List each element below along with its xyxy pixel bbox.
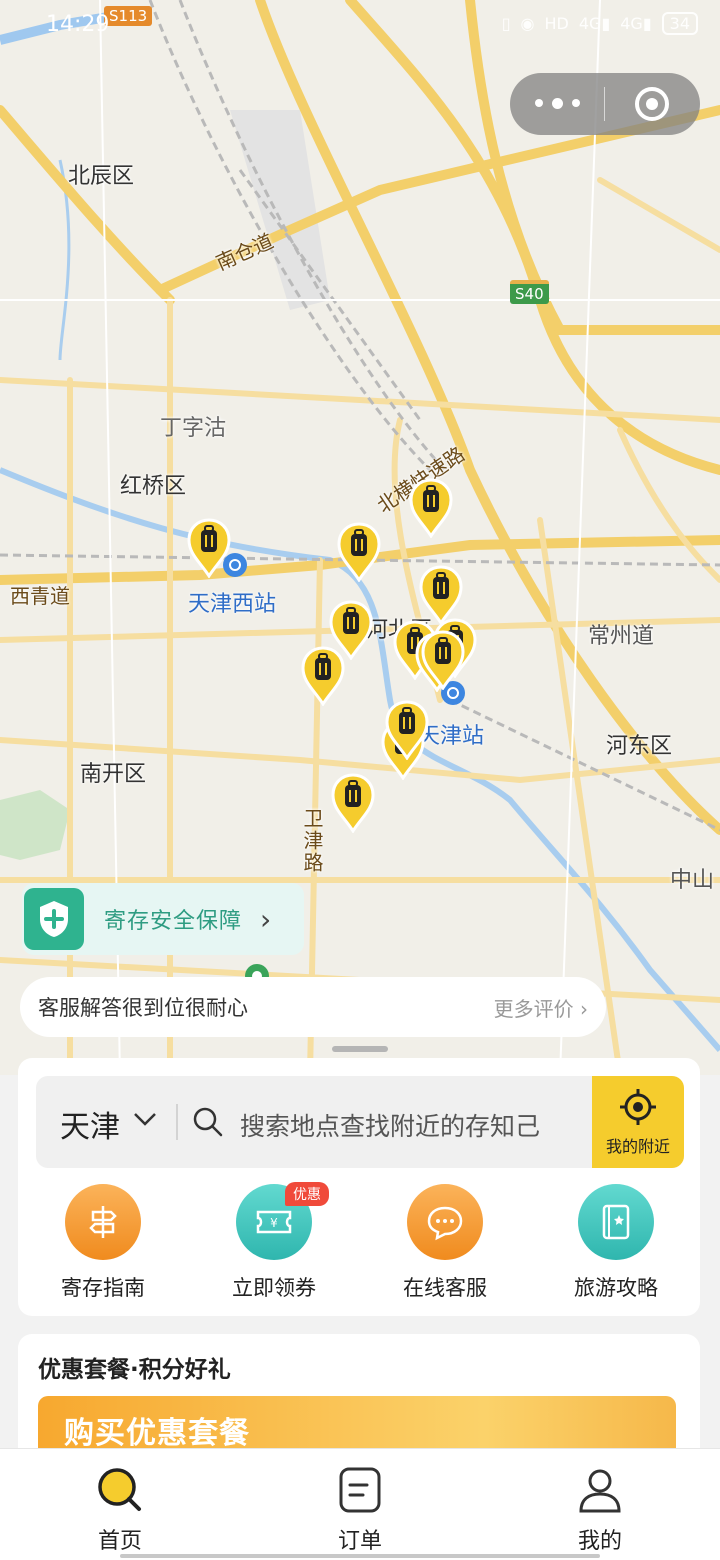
promo-banner-text: 购买优惠套餐: [64, 1416, 250, 1451]
vibrate-icon: ▯: [501, 14, 511, 33]
search-icon: [193, 1107, 223, 1137]
close-miniapp-button[interactable]: [605, 87, 699, 121]
tab-label: 订单: [337, 1529, 382, 1554]
luggage-pin-icon[interactable]: [408, 478, 454, 539]
nearby-label: 我的附近: [605, 1137, 670, 1156]
signpost-icon: [65, 1184, 141, 1260]
status-time: 14:29: [46, 12, 110, 37]
search-icon: [98, 1468, 141, 1511]
my-nearby-button[interactable]: 我的附近: [592, 1076, 684, 1168]
quick-action-label: 在线客服: [403, 1276, 487, 1300]
search-box: 天津 搜索地点查找附近的存知己 我的附近: [36, 1076, 684, 1168]
chevron-right-icon: ›: [260, 902, 272, 936]
more-reviews-link[interactable]: 更多评价 ›: [494, 993, 588, 1022]
promo-title: 优惠套餐·积分好礼: [38, 1357, 231, 1383]
svg-text:¥: ¥: [270, 1216, 278, 1230]
status-bar: 14:29 ▯ ◉ HD 4G▮ 4G▮ 34: [0, 0, 720, 50]
station-label: 天津西站: [188, 592, 277, 617]
chevron-down-icon[interactable]: [132, 1106, 158, 1132]
tab-label: 首页: [97, 1529, 142, 1554]
review-text: 客服解答很到位很耐心: [38, 996, 248, 1020]
tab-orders[interactable]: 订单: [300, 1465, 420, 1555]
status-icons: ▯ ◉ HD 4G▮ 4G▮ 34: [502, 12, 698, 35]
quick-action-travel[interactable]: 旅游攻略: [541, 1184, 691, 1302]
luggage-pin-icon[interactable]: [336, 522, 382, 583]
discount-badge: 优惠: [285, 1182, 329, 1206]
order-icon: [339, 1467, 381, 1513]
place-label: 常州道: [588, 624, 655, 649]
tab-mine[interactable]: 我的: [540, 1465, 660, 1555]
battery-icon: 34: [661, 12, 698, 35]
quick-action-label: 寄存指南: [61, 1276, 145, 1300]
luggage-pin-icon[interactable]: [384, 700, 430, 761]
more-menu-button[interactable]: [510, 98, 604, 109]
tab-label: 我的: [577, 1529, 622, 1554]
quick-action-label: 旅游攻略: [574, 1276, 658, 1300]
location-icon: ◉: [520, 14, 535, 33]
signal-4g-icon: 4G▮: [620, 14, 652, 33]
shield-plus-icon: [24, 888, 84, 950]
chat-icon: [407, 1184, 483, 1260]
target-icon: [635, 87, 669, 121]
locate-icon: [620, 1089, 656, 1125]
home-indicator: [120, 1554, 600, 1558]
guarantee-label: 寄存安全保障: [104, 909, 243, 934]
luggage-pin-icon[interactable]: [186, 518, 232, 579]
promo-section: 优惠套餐·积分好礼 购买优惠套餐: [18, 1334, 700, 1464]
luggage-pin-icon[interactable]: [420, 630, 466, 691]
district-label: 北辰区: [68, 164, 135, 189]
district-label: 南开区: [80, 762, 147, 787]
quick-action-service[interactable]: 在线客服: [370, 1184, 520, 1302]
search-input[interactable]: 搜索地点查找附近的存知己: [240, 1107, 570, 1143]
quick-action-guide[interactable]: 寄存指南: [28, 1184, 178, 1302]
district-label: 红桥区: [120, 474, 187, 499]
more-reviews-label: 更多评价: [493, 996, 574, 1021]
user-icon: [579, 1469, 621, 1513]
luggage-pin-icon[interactable]: [418, 565, 464, 626]
place-label: 中山: [670, 868, 715, 893]
signal-4g-icon: 4G▮: [578, 14, 611, 33]
city-selector[interactable]: 天津: [60, 1102, 120, 1146]
place-label: 丁字沽: [160, 416, 227, 441]
hd-icon: HD: [544, 14, 569, 33]
chevron-right-icon: ›: [580, 996, 588, 1021]
luggage-pin-icon[interactable]: [330, 773, 376, 834]
route-shield: S40: [510, 280, 549, 304]
quick-action-label: 立即领券: [232, 1276, 316, 1300]
luggage-pin-icon[interactable]: [300, 646, 346, 707]
review-bar[interactable]: 客服解答很到位很耐心 更多评价 ›: [20, 977, 606, 1037]
drag-handle[interactable]: [332, 1046, 388, 1052]
guidebook-icon: [578, 1184, 654, 1260]
search-panel: 天津 搜索地点查找附近的存知己 我的附近 寄存指南 ¥ 优惠 立即领券 在线客服…: [18, 1058, 700, 1316]
quick-action-coupon[interactable]: ¥ 优惠 立即领券: [199, 1182, 349, 1302]
bottom-tab-bar: 首页 订单 我的: [0, 1448, 720, 1560]
tab-home[interactable]: 首页: [60, 1465, 180, 1555]
road-label: 西青道: [10, 584, 70, 608]
district-label: 河东区: [606, 734, 673, 759]
storage-guarantee-banner[interactable]: 寄存安全保障 ›: [22, 883, 304, 955]
miniapp-capsule: [510, 73, 700, 135]
road-label: 卫津路: [300, 808, 324, 874]
